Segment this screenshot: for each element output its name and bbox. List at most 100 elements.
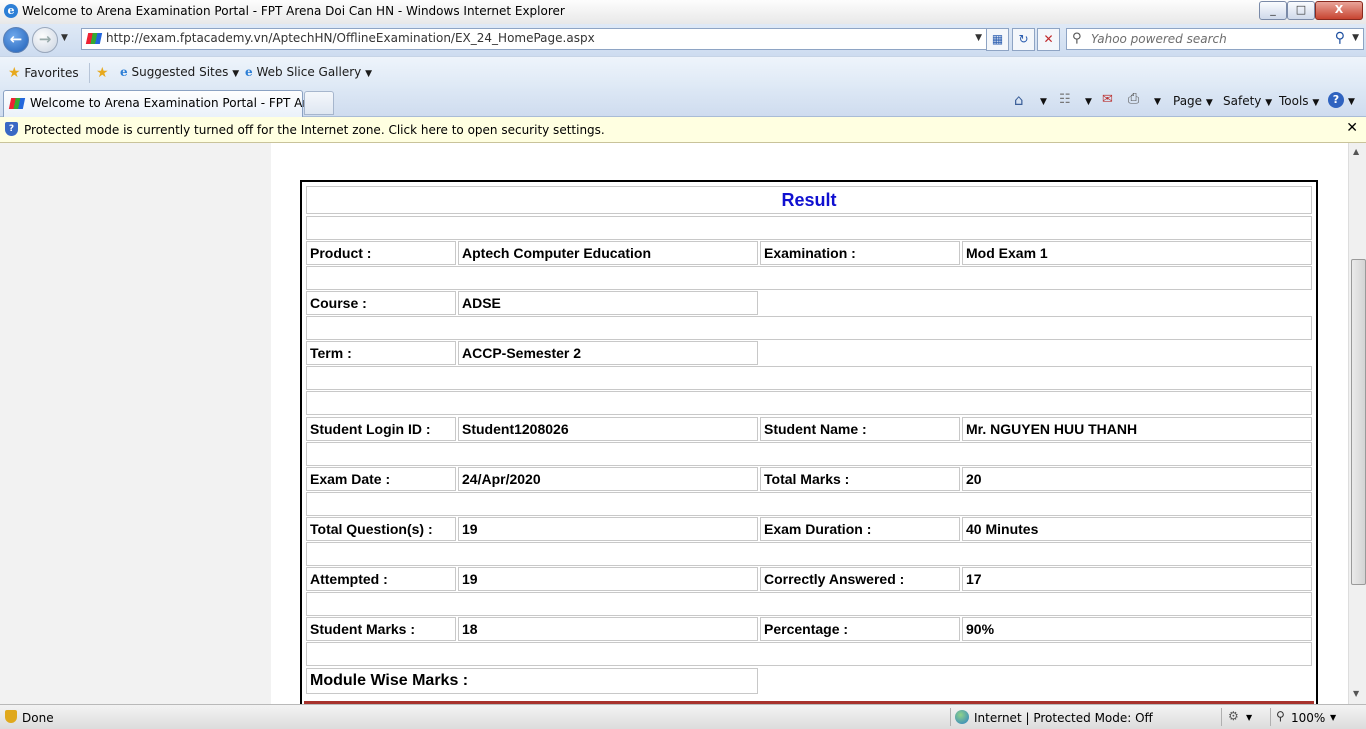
search-icon: ⚲ [1072,31,1082,46]
address-toolbar: ← → ▼ http://exam.fptacademy.vn/AptechHN… [0,24,1366,56]
zoom-level[interactable]: 100% [1291,711,1325,725]
course-label: Course : [306,291,456,315]
ie-logo-icon: e [4,4,18,18]
spacer-row [306,642,1312,666]
total-marks-value: 20 [962,467,1312,491]
status-shield-icon [5,710,17,723]
favorites-label: Favorites [24,66,79,80]
security-zone-text[interactable]: Internet | Protected Mode: Off [974,711,1153,725]
print-icon[interactable]: ⎙ [1128,91,1139,107]
status-separator [950,708,951,726]
tab-label: Welcome to Arena Examination Portal - FP… [30,96,334,110]
tab-favicon-icon [8,98,26,109]
site-favicon-icon [85,33,103,44]
status-separator [1221,708,1222,726]
search-placeholder: Yahoo powered search [1091,32,1227,46]
maximize-button[interactable]: □ [1287,1,1315,20]
ie-page-icon: e [120,65,128,79]
home-icon[interactable]: ⌂ [1014,91,1024,109]
feeds-icon[interactable]: ☷ [1059,92,1071,107]
information-bar-message[interactable]: Protected mode is currently turned off f… [24,123,605,137]
stop-icon[interactable]: ✕ [1037,28,1060,51]
student-marks-value: 18 [458,617,758,641]
read-mail-icon[interactable]: ✉ [1102,92,1113,107]
result-panel: Result Product : Aptech Computer Educati… [300,180,1318,704]
tools-menu[interactable]: Tools ▼ [1279,94,1319,108]
page-menu-label: Page [1173,94,1203,108]
safety-menu-label: Safety [1223,94,1262,108]
spacer-row [306,492,1312,516]
spacer-row [306,316,1312,340]
term-value: ACCP-Semester 2 [458,341,758,365]
home-dropdown-icon[interactable]: ▼ [1040,97,1047,107]
zoom-icon[interactable]: ⚲ [1276,709,1285,723]
student-login-value: Student1208026 [458,417,758,441]
total-questions-label: Total Question(s) : [306,517,456,541]
search-input[interactable]: ⚲ Yahoo powered search ⚲ ▼ [1066,28,1364,50]
result-title: Result [306,186,1312,214]
chevron-down-icon: ▼ [232,69,240,79]
print-dropdown-icon[interactable]: ▼ [1154,97,1161,107]
chevron-down-icon: ▼ [1312,98,1320,108]
safety-menu[interactable]: Safety ▼ [1223,94,1272,108]
chevron-down-icon[interactable]: ▼ [1246,713,1252,722]
scroll-up-arrow-icon[interactable]: ▲ [1353,147,1359,156]
module-wise-marks-heading: Module Wise Marks : [306,668,758,694]
exam-duration-label: Exam Duration : [760,517,960,541]
suggested-sites-link[interactable]: e Suggested Sites ▼ [120,65,239,79]
product-value: Aptech Computer Education [458,241,758,265]
favorites-button[interactable]: ★ Favorites [8,65,79,81]
favorites-star-icon: ★ [8,65,21,81]
close-infobar-icon[interactable]: ✕ [1346,120,1358,136]
back-button[interactable]: ← [3,27,29,53]
help-icon[interactable]: ? [1328,92,1344,108]
web-slice-gallery-link[interactable]: e Web Slice Gallery ▼ [245,65,372,79]
status-bar: Done Internet | Protected Mode: Off ⚙ ▼ … [0,704,1366,729]
total-marks-label: Total Marks : [760,467,960,491]
exam-duration-value: 40 Minutes [962,517,1312,541]
student-name-value: Mr. NGUYEN HUU THANH [962,417,1312,441]
spacer-row [306,366,1312,390]
recent-pages-dropdown-icon[interactable]: ▼ [61,33,68,43]
zoom-dropdown-icon[interactable]: ▼ [1330,713,1336,722]
help-dropdown-icon[interactable]: ▼ [1348,97,1355,107]
minimize-button[interactable]: _ [1259,1,1287,20]
scrollbar-thumb[interactable] [1351,259,1366,585]
examination-value: Mod Exam 1 [962,241,1312,265]
spacer-row [306,592,1312,616]
spacer-row [306,542,1312,566]
search-go-icon[interactable]: ⚲ [1335,30,1345,46]
forward-button[interactable]: → [32,27,58,53]
spacer-row [306,442,1312,466]
new-tab-button[interactable] [304,91,334,115]
correctly-answered-label: Correctly Answered : [760,567,960,591]
information-bar[interactable]: ? Protected mode is currently turned off… [0,117,1366,143]
total-questions-value: 19 [458,517,758,541]
vertical-scrollbar[interactable]: ▲ ▼ [1348,143,1366,704]
suggested-sites-label: Suggested Sites [131,65,229,79]
protected-mode-icon[interactable]: ⚙ [1228,709,1239,723]
favorites-divider [89,63,90,83]
compatibility-view-icon[interactable]: ▦ [986,28,1009,51]
tools-menu-label: Tools [1279,94,1309,108]
address-dropdown-icon[interactable]: ▼ [975,33,982,43]
address-url[interactable]: http://exam.fptacademy.vn/AptechHN/Offli… [106,31,595,45]
feeds-dropdown-icon[interactable]: ▼ [1085,97,1092,107]
search-options-dropdown-icon[interactable]: ▼ [1352,33,1359,43]
refresh-icon[interactable]: ↻ [1012,28,1035,51]
student-login-label: Student Login ID : [306,417,456,441]
address-bar[interactable]: http://exam.fptacademy.vn/AptechHN/Offli… [81,28,987,50]
scroll-down-arrow-icon[interactable]: ▼ [1353,689,1359,698]
correctly-answered-value: 17 [962,567,1312,591]
window-title-bar: e Welcome to Arena Examination Portal - … [0,0,1366,25]
term-label: Term : [306,341,456,365]
product-label: Product : [306,241,456,265]
add-to-favorites-bar-icon[interactable]: ★ [96,65,109,81]
page-menu[interactable]: Page ▼ [1173,94,1213,108]
student-marks-label: Student Marks : [306,617,456,641]
ie-page-icon: e [245,65,253,79]
close-window-button[interactable]: X [1315,1,1363,20]
globe-icon [955,710,969,724]
spacer-row [306,391,1312,415]
tab-active[interactable]: Welcome to Arena Examination Portal - FP… [3,90,333,117]
